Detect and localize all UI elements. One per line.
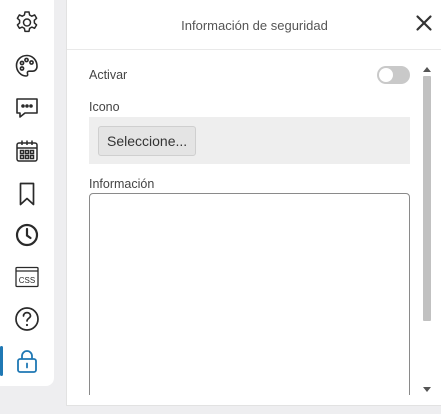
gear-icon [16,11,38,33]
select-icon-button[interactable]: Seleccione... [98,126,197,156]
close-button[interactable] [414,13,434,33]
icon-label: Icono [89,100,120,114]
sidebar-item-security[interactable] [0,342,54,380]
sidebar-item-chat[interactable] [0,89,54,127]
calendar-icon [16,140,38,162]
panel-body: Activar Icono Seleccione... Información [67,51,441,395]
palette-icon [15,54,38,77]
css-icon: CSS [15,266,39,288]
panel-scrollbar[interactable] [421,64,433,394]
sidebar-item-bookmark[interactable] [0,175,54,213]
bookmark-icon [19,182,35,206]
scroll-thumb[interactable] [423,76,431,321]
info-label: Información [89,177,155,191]
sidebar-item-css[interactable]: CSS [0,258,54,296]
sidebar-item-calendar[interactable] [0,132,54,170]
toggle-knob [379,68,393,82]
panel-header: Información de seguridad [67,0,441,50]
sidebar: CSS [0,0,54,386]
sidebar-item-theme[interactable] [0,47,54,85]
scroll-up-arrow[interactable] [421,64,433,74]
caret-down-icon [423,386,431,392]
close-icon [416,15,432,31]
svg-text:CSS: CSS [19,276,35,285]
clock-icon [15,223,39,247]
panel-title: Información de seguridad [181,18,328,33]
security-info-panel: Información de seguridad Activar Icono S… [66,0,441,406]
info-textarea[interactable] [89,193,410,395]
icon-selector: Seleccione... [89,117,410,164]
sidebar-item-help[interactable] [0,300,54,338]
activate-toggle[interactable] [377,66,410,84]
scroll-down-arrow[interactable] [421,384,433,394]
activate-label: Activar [89,68,128,82]
chat-bubble-icon [16,98,38,118]
caret-up-icon [423,66,431,72]
sidebar-item-settings[interactable] [0,4,54,42]
question-icon [15,307,39,331]
lock-icon [17,350,37,373]
sidebar-item-history[interactable] [0,216,54,254]
